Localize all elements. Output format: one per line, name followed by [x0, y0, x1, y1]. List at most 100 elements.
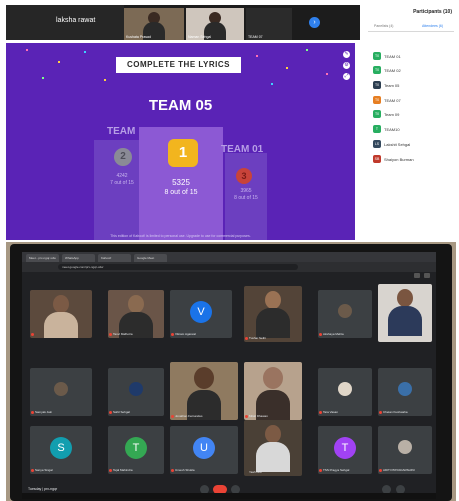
participant-name: Team 05 [384, 83, 400, 88]
video-tile[interactable]: Naman Sehgal [186, 8, 244, 40]
participant-name: ADITI PRIYADARSHINI [383, 468, 415, 472]
participant-name: Umesh Shukla [175, 468, 195, 472]
participant-name: Tejal Mahindra [113, 468, 133, 472]
mic-off-icon [379, 411, 382, 414]
url-input[interactable]: meet.google.com/prx-ngqr-xdw [58, 264, 298, 270]
avatar: T [125, 437, 147, 459]
tab-attendees[interactable]: Attendees (6) [422, 24, 443, 28]
mic-off-icon [245, 415, 248, 418]
mic-off-icon [109, 411, 112, 414]
browser-tab[interactable]: Google Meet [134, 254, 167, 262]
participant-name: Sahil Sehgal [113, 410, 130, 414]
avatar: T0 [373, 81, 381, 89]
participant-tile[interactable]: Mitali Dhawan [244, 362, 302, 420]
mic-off-icon [245, 337, 248, 340]
chat-icon[interactable] [424, 273, 430, 278]
quiz-title: COMPLETE THE LYRICS [116, 57, 241, 73]
tab-panelists[interactable]: Panelists (4) [374, 24, 393, 28]
zoom-quiz-screenshot: laksha rawat Kushata Prasad Naman Sehgal… [6, 5, 455, 240]
browser-tab[interactable]: Kahoot! [98, 254, 131, 262]
third-team-label: TEAM 01 [221, 144, 264, 155]
avatar: S [50, 437, 72, 459]
participant-tile[interactable]: T Tejal Mahindra [108, 426, 164, 474]
address-bar: meet.google.com/prx-ngqr-xdw [22, 262, 436, 272]
second-score: 4242 [116, 173, 128, 179]
participant-tile[interactable]: ADITI PRIYADARSHINI [378, 426, 432, 474]
participant-tile[interactable]: V Vikram Agarwal [170, 290, 232, 338]
participant-name: Vikram Agarwal [175, 332, 196, 336]
participant-name: Akshaya Mehta [323, 332, 344, 336]
avatar: T [373, 125, 381, 133]
video-tile[interactable]: Kushata Prasad [124, 8, 184, 40]
first-score: 5325 [172, 178, 190, 187]
browser-tab[interactable]: WhatsApp [62, 254, 95, 262]
browser-tab[interactable]: Meet - prx-ngqr-xdw [26, 254, 59, 262]
participants-tabs: Panelists (4) Attendees (6) [368, 23, 454, 32]
participant-tile[interactable] [30, 290, 92, 338]
self-name: laksha rawat [56, 17, 96, 24]
mic-off-icon [319, 333, 322, 336]
participant-tile[interactable]: Yash Dhir [244, 420, 302, 476]
participant-name: Tanvi Malhotra [113, 332, 133, 336]
avatar: T0 [373, 110, 381, 118]
winning-team: TEAM 05 [148, 97, 213, 114]
mic-off-icon [31, 333, 34, 336]
participant-name: Lakshit Sehgal [384, 142, 411, 147]
participant-tile[interactable]: Sahil Sehgal [108, 368, 164, 416]
participant-tile[interactable]: Tushar Sethi [244, 286, 302, 342]
participant-name: Team 09 [384, 112, 400, 117]
edit-icon[interactable]: ✎ [343, 51, 350, 58]
participant-name: Tara Vasan [323, 410, 338, 414]
first-detail: 8 out of 15 [164, 189, 198, 196]
mic-off-icon [319, 411, 322, 414]
kahoot-podium-screen: COMPLETE THE LYRICS TEAM 05 TEAM TEAM 01… [6, 43, 355, 240]
settings-icon[interactable]: ⚙ [343, 62, 350, 69]
participants-panel: Participants (10) Panelists (4) Attendee… [366, 5, 455, 180]
participant-name: Yash Dhir [249, 470, 262, 474]
mic-off-icon [379, 469, 382, 472]
mic-off-icon [31, 411, 34, 414]
avatar: V [190, 301, 212, 323]
video-tile[interactable]: TEAM 07 [246, 8, 292, 40]
mic-off-icon [319, 469, 322, 472]
mic-off-icon [31, 469, 34, 472]
fullscreen-icon[interactable]: ⤢ [343, 73, 350, 80]
participant-tile[interactable]: T TSS Pragya Sehgal [318, 426, 372, 474]
side-tools: ✎ ⚙ ⤢ [343, 51, 353, 84]
participants-title: Participants (10) [413, 9, 452, 15]
participant-name: Samyak Jain [35, 410, 53, 414]
next-page-arrow-icon[interactable]: › [309, 17, 320, 28]
participant-name: Jonathan Fernandes [175, 414, 203, 418]
people-icon[interactable] [414, 273, 420, 278]
participant-name: Mitali Dhawan [249, 414, 268, 418]
participant-name: Shaiyon Burman [384, 157, 414, 162]
participant-tile[interactable]: Tanvi Malhotra [108, 290, 164, 338]
participant-tile[interactable]: Tara Vasan [318, 368, 372, 416]
participant-tile[interactable] [378, 284, 432, 342]
google-meet-screen: Meet - prx-ngqr-xdw WhatsApp Kahoot! Goo… [22, 252, 436, 499]
avatar: LS [373, 140, 381, 148]
participant-name: Tushar Sethi [249, 336, 266, 340]
video-tile-name: TEAM 07 [248, 35, 263, 39]
mic-off-icon [171, 469, 174, 472]
avatar: T0 [373, 66, 381, 74]
video-tile-name: Kushata Prasad [126, 35, 151, 39]
participant-tile[interactable]: U Umesh Shukla [170, 426, 238, 474]
avatar: T0 [373, 52, 381, 60]
browser-tab-bar: Meet - prx-ngqr-xdw WhatsApp Kahoot! Goo… [22, 252, 436, 262]
mic-off-icon [171, 333, 174, 336]
participant-tile[interactable]: Jonathan Fernandes [170, 362, 238, 420]
participant-name: TEAM 02 [384, 68, 401, 73]
participant-tile[interactable]: Akshaya Mehta [318, 290, 372, 338]
participant-tile[interactable]: Samyak Jain [30, 368, 92, 416]
avatar: SB [373, 155, 381, 163]
participant-tile[interactable]: Chetan Kushwaha [378, 368, 432, 416]
meeting-code: Tuesday | prx-ngqr [28, 487, 58, 491]
windows-taskbar [22, 493, 436, 499]
self-video-tile[interactable]: laksha rawat [6, 5, 124, 40]
avatar: U [193, 437, 215, 459]
meet-top-bar [22, 272, 436, 280]
participant-tile[interactable]: S Sanya Singal [30, 426, 92, 474]
participant-name: TEAM 01 [384, 54, 401, 59]
license-note: This edition of Kahoot! is limited to pe… [110, 234, 251, 238]
